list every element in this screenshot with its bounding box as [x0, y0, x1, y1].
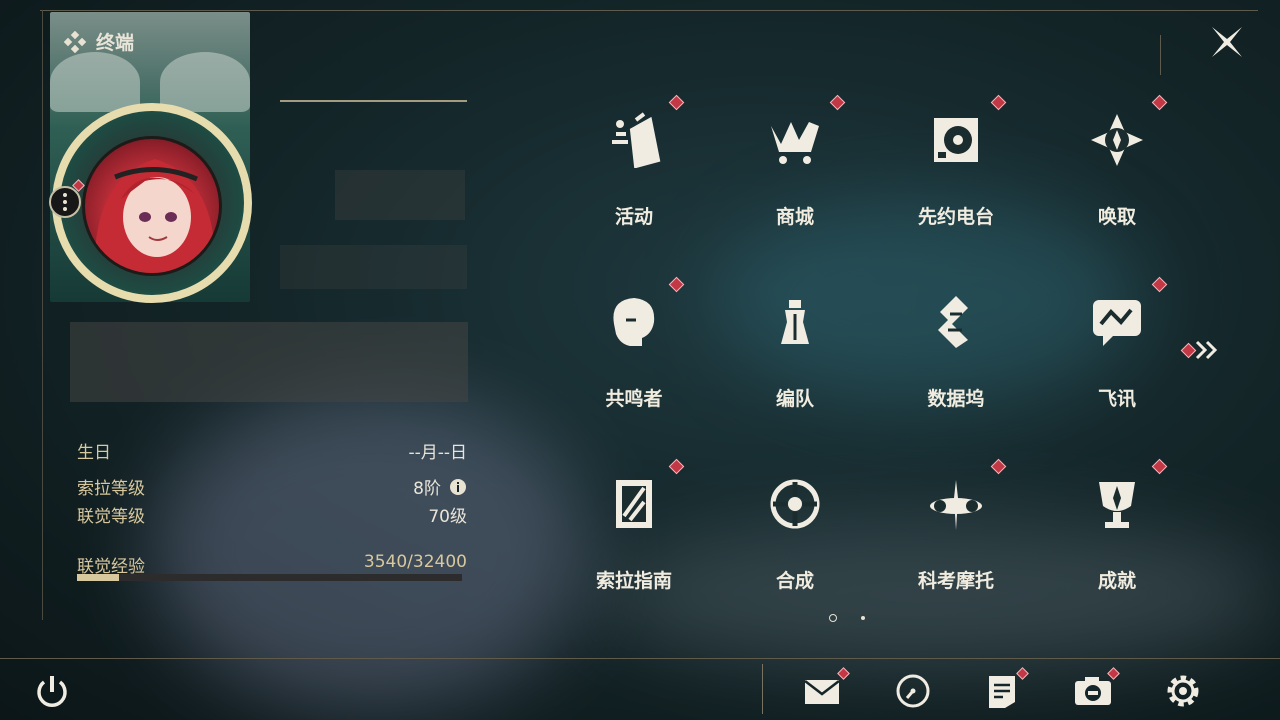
union-level-value: 70级 [428, 507, 467, 527]
bottom-bar-line [0, 658, 1280, 659]
menu-item-activity[interactable]: 活动 [554, 92, 714, 274]
menu-item-badge [668, 276, 685, 293]
menu-item-guidebook[interactable]: 索拉指南 [554, 456, 714, 638]
menu-item-achievement[interactable]: 成就 [1037, 456, 1197, 638]
shop-icon [771, 122, 819, 164]
menu-item-badge [1151, 276, 1168, 293]
signature-box-blurred[interactable] [70, 322, 468, 402]
frame-top-line [40, 10, 1258, 11]
menu-item-label: 商城 [775, 206, 814, 228]
camera-icon[interactable] [1073, 672, 1113, 710]
union-exp-bar [77, 574, 462, 581]
player-name-blurred [335, 170, 465, 220]
wing-right [160, 52, 250, 112]
menu-item-label: 成就 [1097, 570, 1136, 592]
synthesis-icon [770, 479, 820, 529]
motorcycle-icon [930, 480, 982, 530]
activity-icon [612, 112, 661, 168]
terminal-icon [64, 30, 86, 53]
menu-item-shop[interactable]: 商城 [715, 92, 875, 274]
menu-item-radio[interactable]: 先约电台 [876, 92, 1036, 274]
next-page-icon[interactable] [1195, 340, 1219, 360]
frame-right-line [1160, 35, 1161, 75]
menu-item-label: 共鸣者 [605, 388, 663, 410]
birthday-row: 生日 --月--日 [77, 438, 467, 463]
menu-item-badge [668, 94, 685, 111]
menu-item-badge [668, 458, 685, 475]
bottom-bar-divider [762, 664, 763, 714]
page-indicator-2[interactable] [861, 616, 865, 620]
settings-gear-icon[interactable] [1163, 672, 1203, 710]
sola-level-value: 8阶 [413, 479, 441, 499]
menu-item-badge [829, 94, 846, 111]
menu-item-convene[interactable]: 唤取 [1037, 92, 1197, 274]
menu-item-label: 唤取 [1097, 206, 1136, 228]
menu-item-label: 活动 [614, 206, 653, 228]
menu-item-label: 编队 [775, 388, 814, 410]
union-level-label: 联觉等级 [77, 507, 145, 527]
wing-left [50, 52, 140, 112]
menu-item-team[interactable]: 编队 [715, 274, 875, 456]
convene-icon [1091, 114, 1143, 166]
data-bank-icon [938, 296, 968, 348]
team-icon [781, 300, 809, 344]
guidebook-icon [616, 480, 652, 528]
radio-icon [934, 118, 978, 162]
menu-item-label: 飞讯 [1097, 388, 1136, 410]
sola-level-value-wrap: 8阶 [413, 474, 467, 499]
achievement-icon [1099, 482, 1135, 528]
menu-item-badge [990, 458, 1007, 475]
power-icon[interactable] [32, 672, 72, 710]
menu-item-label: 先约电台 [917, 206, 994, 228]
union-exp-fill [77, 574, 119, 581]
name-divider [280, 100, 467, 102]
avatar[interactable] [82, 136, 222, 276]
menu-item-badge [1151, 458, 1168, 475]
menu-item-motorcycle[interactable]: 科考摩托 [876, 456, 1036, 638]
profile-more-button[interactable] [49, 186, 81, 218]
frame-left-line [42, 10, 43, 620]
close-icon[interactable] [1210, 25, 1244, 59]
menu-item-resonator[interactable]: 共鸣者 [554, 274, 714, 456]
menu-item-badge [1151, 94, 1168, 111]
page-header: 终端 [64, 28, 134, 55]
menu-item-label: 科考摩托 [917, 570, 994, 592]
menu-item-message[interactable]: 飞讯 [1037, 274, 1197, 456]
mail-icon[interactable] [803, 672, 843, 710]
notice-icon[interactable] [983, 672, 1023, 710]
avatar-portrait [94, 159, 216, 273]
sola-level-label: 索拉等级 [77, 479, 145, 499]
resonator-icon [613, 298, 655, 346]
birthday-value: --月--日 [408, 443, 467, 463]
union-level-row: 联觉等级 70级 [77, 502, 467, 527]
menu-item-label: 数据坞 [927, 388, 985, 410]
player-id-blurred [280, 245, 467, 289]
info-icon[interactable] [449, 478, 467, 496]
page-title: 终端 [96, 32, 135, 54]
menu-item-label: 索拉指南 [595, 570, 672, 592]
menu-item-badge [990, 94, 1007, 111]
page-indicator-1[interactable] [829, 614, 837, 622]
menu-item-data-bank[interactable]: 数据坞 [876, 274, 1036, 456]
birthday-label: 生日 [77, 443, 111, 463]
clock-icon[interactable] [893, 672, 933, 710]
menu-item-synthesis[interactable]: 合成 [715, 456, 875, 638]
menu-item-label: 合成 [775, 570, 814, 592]
sola-level-row: 索拉等级 8阶 [77, 474, 467, 499]
message-icon [1093, 300, 1141, 346]
